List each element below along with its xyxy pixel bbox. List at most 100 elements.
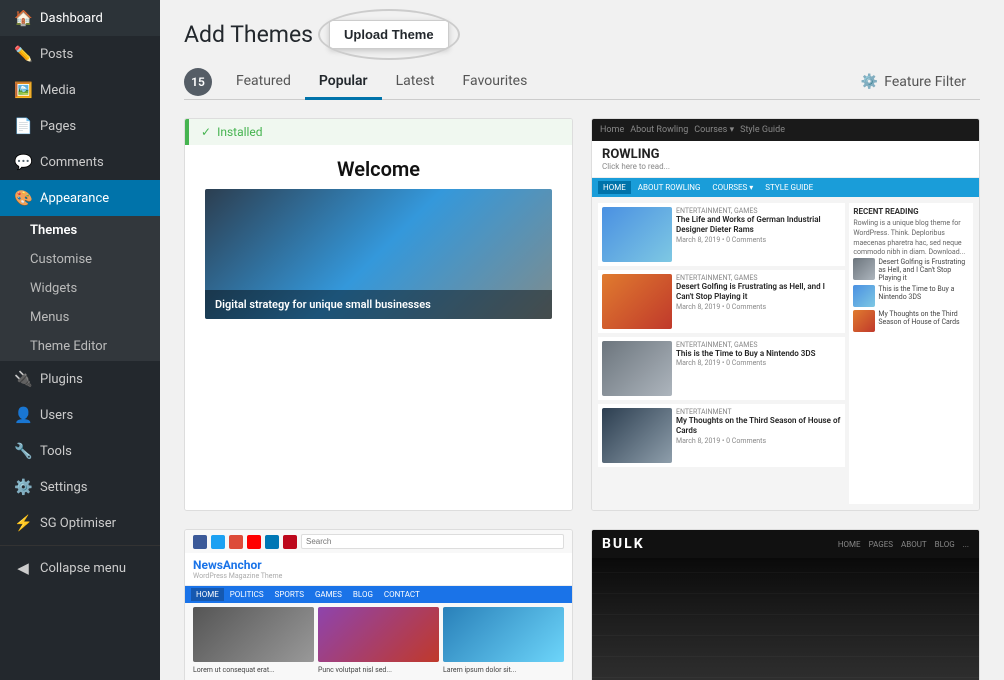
theme-preview-twentynineteen: ✓ Installed Welcome Digital strategy for… xyxy=(185,119,572,510)
welcome-text: Welcome xyxy=(337,157,420,181)
newsanchor-topbar: NewsAnchor WordPress Magazine Theme xyxy=(185,553,572,586)
theme-card-twentynineteen[interactable]: ✓ Installed Welcome Digital strategy for… xyxy=(184,118,573,511)
upload-theme-button[interactable]: Upload Theme xyxy=(329,20,449,49)
bulk-nav-pages: PAGES xyxy=(869,540,893,549)
na-nav-sports: SPORTS xyxy=(270,588,309,601)
bulk-nav-blog: BLOG xyxy=(935,540,955,549)
article-title-2: Desert Golfing is Frustrating as Hell, a… xyxy=(676,282,841,303)
sidebar-item-posts[interactable]: ✏️ Posts xyxy=(0,36,160,72)
rowling-article-4: ENTERTAINMENT My Thoughts on the Third S… xyxy=(598,404,845,467)
tab-favourites[interactable]: Favourites xyxy=(449,65,542,100)
submenu-item-theme-editor[interactable]: Theme Editor xyxy=(0,332,160,361)
sidebar-item-pages[interactable]: 📄 Pages xyxy=(0,108,160,144)
sidebar-item-plugins[interactable]: 🔌 Plugins xyxy=(0,361,160,397)
youtube-share-icon xyxy=(247,535,261,549)
sidebar-item-settings[interactable]: ⚙️ Settings xyxy=(0,469,160,505)
tab-featured[interactable]: Featured xyxy=(222,65,305,100)
article-img-2 xyxy=(602,274,672,329)
newsanchor-search-input[interactable] xyxy=(301,534,564,549)
pinterest-share-icon xyxy=(283,535,297,549)
sidebar-item-label: SG Optimiser xyxy=(40,516,116,531)
na-nav-blog: BLOG xyxy=(348,588,378,601)
newsanchor-logo: NewsAnchor xyxy=(193,558,564,572)
sidebar-item-collapse[interactable]: ◀ Collapse menu xyxy=(0,550,160,586)
na-caption-3: Larem ipsum dolor sit... xyxy=(443,666,564,675)
theme-card-rowling[interactable]: Home About Rowling Courses ▾ Style Guide… xyxy=(591,118,980,511)
feature-filter-icon: ⚙️ xyxy=(861,74,878,90)
theme-preview-bulk: BULK HOME PAGES ABOUT BLOG ... xyxy=(592,530,979,680)
na-nav-home: HOME xyxy=(191,588,224,601)
article-title-1: The Life and Works of German Industrial … xyxy=(676,215,841,236)
bulk-nav-home: HOME xyxy=(838,540,861,549)
bulk-nav: HOME PAGES ABOUT BLOG ... xyxy=(838,540,969,549)
article-text-4: ENTERTAINMENT My Thoughts on the Third S… xyxy=(676,408,841,463)
article-meta-4: March 8, 2019 • 0 Comments xyxy=(676,437,841,445)
rowling-topbar-nav3: Courses ▾ xyxy=(694,125,734,135)
newsanchor-nav: HOME POLITICS SPORTS GAMES BLOG CONTACT xyxy=(185,586,572,603)
sidebar-mini-img-1 xyxy=(853,258,875,280)
na-caption-1: Lorem ut consequat erat... xyxy=(193,666,314,675)
rowling-topbar-nav1: Home xyxy=(600,125,624,135)
article-img-1 xyxy=(602,207,672,262)
tab-popular[interactable]: Popular xyxy=(305,65,382,100)
sidebar-item-label: Media xyxy=(40,83,76,98)
theme-name-twentynineteen: Twenty Nineteen xyxy=(185,510,572,511)
newsanchor-captions: Lorem ut consequat erat... Punc volutpat… xyxy=(185,666,572,679)
sidebar-item-label: Dashboard xyxy=(40,11,103,26)
submenu-item-widgets[interactable]: Widgets xyxy=(0,274,160,303)
sidebar-mini-text-1: Desert Golfing is Frustrating as Hell, a… xyxy=(878,258,969,282)
main-content: Add Themes Upload Theme 15 Featured Popu… xyxy=(160,0,1004,680)
sidebar-item-label: Pages xyxy=(40,119,76,134)
posts-icon: ✏️ xyxy=(14,45,32,63)
sidebar-item-tools[interactable]: 🔧 Tools xyxy=(0,433,160,469)
sidebar: 🏠 Dashboard ✏️ Posts 🖼️ Media 📄 Pages 💬 … xyxy=(0,0,160,680)
rowling-body: ENTERTAINMENT, GAMES The Life and Works … xyxy=(592,197,979,510)
gplus-share-icon xyxy=(229,535,243,549)
theme-card-bulk[interactable]: BULK HOME PAGES ABOUT BLOG ... BULK xyxy=(591,529,980,680)
article-text-2: ENTERTAINMENT, GAMES Desert Golfing is F… xyxy=(676,274,841,329)
sidebar-item-label: Settings xyxy=(40,480,87,495)
newsanchor-share-bar xyxy=(185,530,572,553)
appearance-submenu: Themes Customise Widgets Menus Theme Edi… xyxy=(0,216,160,361)
article-meta-2: March 8, 2019 • 0 Comments xyxy=(676,303,841,311)
tab-feature-filter[interactable]: ⚙️ Feature Filter xyxy=(847,66,980,98)
article-category-3: ENTERTAINMENT, GAMES xyxy=(676,341,841,349)
sidebar-item-label: Users xyxy=(40,408,73,423)
submenu-item-customise[interactable]: Customise xyxy=(0,245,160,274)
themes-grid: ✓ Installed Welcome Digital strategy for… xyxy=(184,118,980,680)
twitter-share-icon xyxy=(211,535,225,549)
sidebar-item-appearance[interactable]: 🎨 Appearance xyxy=(0,180,160,216)
sidebar-mini-2: This is the Time to Buy a Nintendo 3DS xyxy=(853,285,969,307)
tab-latest[interactable]: Latest xyxy=(382,65,449,100)
sidebar-item-dashboard[interactable]: 🏠 Dashboard xyxy=(0,0,160,36)
dashboard-icon: 🏠 xyxy=(14,9,32,27)
twentynineteen-content: Welcome Digital strategy for unique smal… xyxy=(185,145,572,331)
page-title: Add Themes xyxy=(184,21,313,48)
rowling-topbar: Home About Rowling Courses ▾ Style Guide xyxy=(592,119,979,141)
theme-card-newsanchor[interactable]: NewsAnchor WordPress Magazine Theme HOME… xyxy=(184,529,573,680)
themes-count-badge: 15 xyxy=(184,68,212,96)
article-text-3: ENTERTAINMENT, GAMES This is the Time to… xyxy=(676,341,841,396)
bulk-logo: BULK xyxy=(602,536,645,552)
bulk-hero-scene xyxy=(592,558,979,680)
submenu-item-themes[interactable]: Themes xyxy=(0,216,160,245)
rowling-articles: ENTERTAINMENT, GAMES The Life and Works … xyxy=(598,203,845,504)
sidebar-item-sg-optimiser[interactable]: ⚡ SG Optimiser xyxy=(0,505,160,541)
sidebar-item-comments[interactable]: 💬 Comments xyxy=(0,144,160,180)
linkedin-share-icon xyxy=(265,535,279,549)
theme-name-rowling: Rowling xyxy=(592,510,979,511)
rowling-article-3: ENTERTAINMENT, GAMES This is the Time to… xyxy=(598,337,845,400)
newsanchor-articles xyxy=(185,603,572,666)
sidebar-widget-title: RECENT READING xyxy=(853,207,969,216)
submenu-item-menus[interactable]: Menus xyxy=(0,303,160,332)
bulk-topbar: BULK HOME PAGES ABOUT BLOG ... xyxy=(592,530,979,558)
installed-label: Installed xyxy=(217,125,263,139)
theme-preview-newsanchor: NewsAnchor WordPress Magazine Theme HOME… xyxy=(185,530,572,680)
sidebar-item-media[interactable]: 🖼️ Media xyxy=(0,72,160,108)
sidebar-item-label: Posts xyxy=(40,47,73,62)
users-icon: 👤 xyxy=(14,406,32,424)
sidebar-mini-img-3 xyxy=(853,310,875,332)
overlay-text: Digital strategy for unique small busine… xyxy=(205,290,552,319)
checkmark-icon: ✓ xyxy=(201,125,211,139)
sidebar-item-users[interactable]: 👤 Users xyxy=(0,397,160,433)
